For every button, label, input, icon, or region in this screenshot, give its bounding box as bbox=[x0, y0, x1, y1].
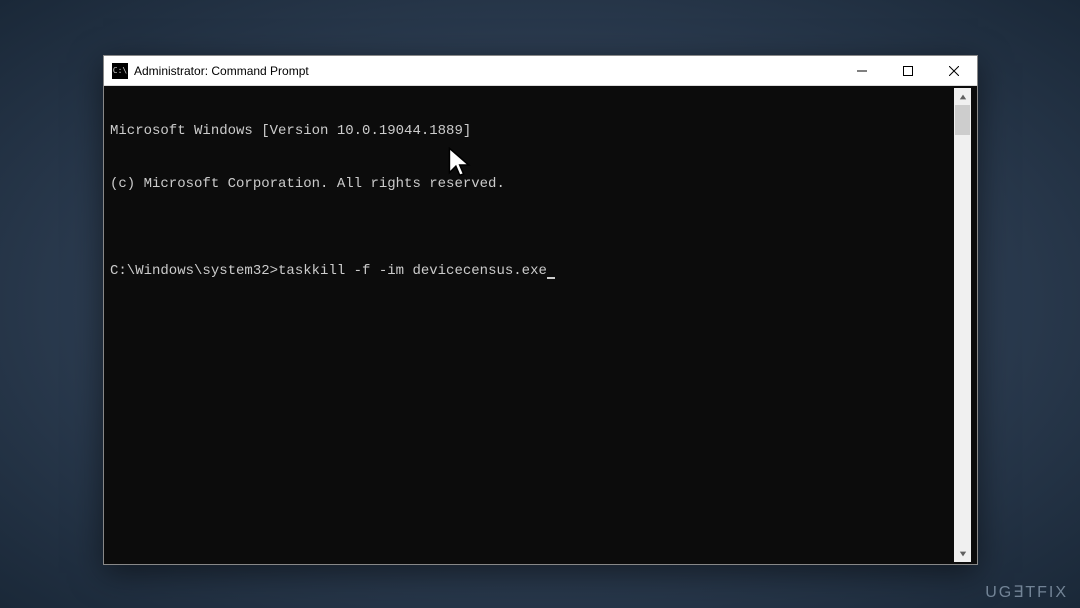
vertical-scrollbar[interactable] bbox=[954, 88, 971, 562]
scrollbar-down-button[interactable] bbox=[954, 545, 971, 562]
scrollbar-up-button[interactable] bbox=[954, 88, 971, 105]
cmd-icon: C:\ bbox=[112, 63, 128, 79]
minimize-button[interactable] bbox=[839, 56, 885, 85]
terminal-prompt: C:\Windows\system32> bbox=[110, 263, 278, 279]
maximize-button[interactable] bbox=[885, 56, 931, 85]
command-prompt-window: C:\ Administrator: Command Prompt Micros… bbox=[103, 55, 978, 565]
terminal-prompt-line: C:\Windows\system32>taskkill -f -im devi… bbox=[110, 263, 954, 281]
titlebar[interactable]: C:\ Administrator: Command Prompt bbox=[104, 56, 977, 86]
window-title: Administrator: Command Prompt bbox=[134, 64, 839, 78]
terminal-command: taskkill -f -im devicecensus.exe bbox=[278, 263, 547, 279]
watermark: UG∃TFIX bbox=[985, 582, 1068, 602]
terminal-content: Microsoft Windows [Version 10.0.19044.18… bbox=[110, 88, 954, 562]
scrollbar-track[interactable] bbox=[954, 105, 971, 545]
terminal-body[interactable]: Microsoft Windows [Version 10.0.19044.18… bbox=[104, 86, 977, 564]
terminal-line-copyright: (c) Microsoft Corporation. All rights re… bbox=[110, 176, 954, 194]
terminal-line-version: Microsoft Windows [Version 10.0.19044.18… bbox=[110, 123, 954, 141]
scrollbar-thumb[interactable] bbox=[955, 105, 970, 135]
terminal-cursor bbox=[547, 265, 555, 279]
window-controls bbox=[839, 56, 977, 85]
close-button[interactable] bbox=[931, 56, 977, 85]
